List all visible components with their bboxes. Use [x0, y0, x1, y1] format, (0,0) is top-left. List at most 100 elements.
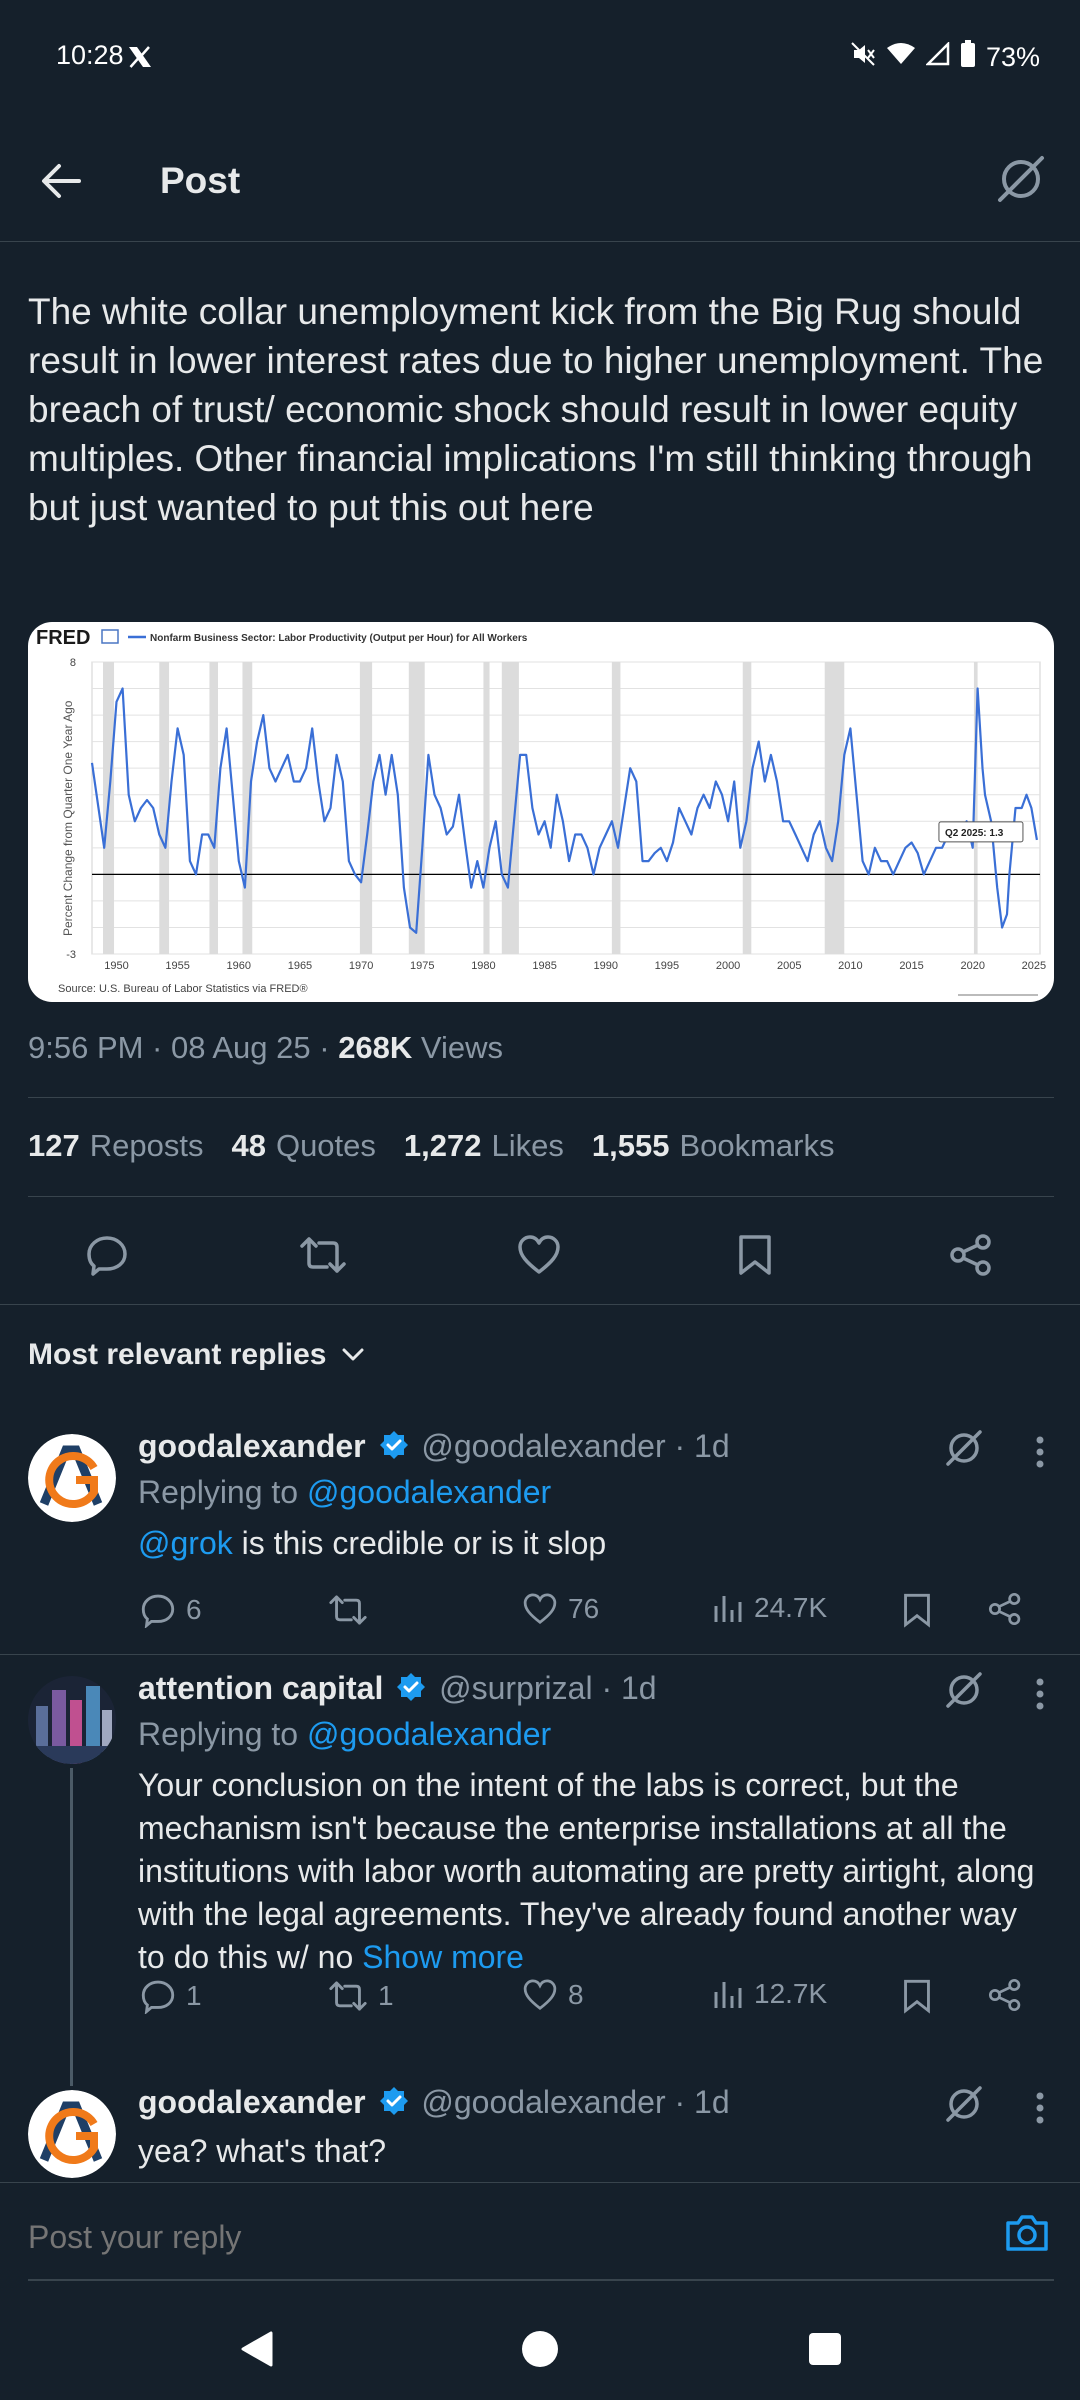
nav-back-button[interactable]	[232, 2324, 282, 2374]
x-tick-label: 1975	[410, 960, 434, 972]
avatar[interactable]	[28, 2090, 116, 2178]
reply-like-button[interactable]: 76	[522, 1592, 599, 1626]
post-actions	[0, 1210, 1080, 1298]
divider	[28, 1196, 1054, 1197]
grok-button[interactable]	[944, 1428, 984, 1473]
reply-text: @grok is this credible or is it slop	[138, 1525, 607, 1561]
avatar[interactable]	[28, 1676, 116, 1764]
more-options-button[interactable]	[1030, 1674, 1050, 1714]
replies-sort-dropdown[interactable]: Most relevant replies	[28, 1338, 364, 1372]
reply-views[interactable]: 24.7K	[712, 1592, 827, 1624]
stat-bookmarks[interactable]: 1,555 Bookmarks	[592, 1128, 835, 1164]
reply-button[interactable]	[80, 1228, 134, 1282]
verified-badge-icon	[379, 1431, 408, 1459]
recession-band	[242, 662, 253, 954]
chart-ylabel: Percent Change from Quarter One Year Ago	[61, 700, 75, 936]
x-tick-label: 1965	[288, 960, 312, 972]
divider	[28, 1097, 1054, 1098]
grok-button[interactable]	[944, 1670, 984, 1715]
stat-quotes[interactable]: 48 Quotes	[231, 1128, 375, 1164]
post-stats: 127 Reposts 48 Quotes 1,272 Likes 1,555 Book…	[28, 1128, 834, 1164]
reply-composer	[0, 2182, 1080, 2294]
x-tick-label: 2025	[1022, 960, 1046, 972]
nav-home-button[interactable]	[515, 2324, 565, 2374]
reply-actions: 1 1 8 12.7K	[138, 1978, 1038, 2028]
chart-source: Source: U.S. Bureau of Labor Statistics …	[58, 983, 308, 995]
x-tick-label: 1995	[655, 960, 679, 972]
x-tick-label: 2020	[960, 960, 984, 972]
page-title: Post	[160, 160, 241, 201]
reply-repost-button[interactable]: 1	[328, 1978, 394, 2014]
grok-button[interactable]	[944, 2084, 984, 2129]
reply-share-button[interactable]	[988, 1978, 1022, 2012]
camera-button[interactable]	[1004, 2213, 1050, 2258]
grok-icon	[946, 1430, 982, 1466]
grok-button[interactable]	[996, 154, 1046, 209]
heart-icon	[518, 1235, 560, 1274]
reply-text: Your conclusion on the intent of the lab…	[138, 1767, 1035, 1975]
replies-section-title: Most relevant replies	[28, 1338, 327, 1371]
battery-percent: 73%	[985, 42, 1040, 72]
chart-image[interactable]: FRED Nonfarm Business Sector: Labor Prod…	[28, 622, 1054, 1002]
reply-item[interactable]: goodalexander @goodalexander · 1d Replyi…	[0, 1428, 1080, 1648]
more-options-button[interactable]	[1030, 2088, 1050, 2128]
bookmark-button[interactable]	[728, 1228, 782, 1282]
reply-views[interactable]: 12.7K	[712, 1978, 827, 2010]
reply-author-name[interactable]: goodalexander	[138, 2084, 366, 2120]
reply-share-button[interactable]	[988, 1592, 1022, 1626]
reply-author-name[interactable]: goodalexander	[138, 1428, 366, 1464]
more-vertical-icon	[1036, 1678, 1044, 1710]
replying-to-link[interactable]: @goodalexander	[307, 1474, 551, 1510]
stat-likes[interactable]: 1,272 Likes	[404, 1128, 564, 1164]
share-icon	[988, 1592, 1021, 1626]
comment-icon	[141, 1594, 175, 1628]
city-avatar-icon	[28, 1676, 116, 1764]
reply-comment-button[interactable]: 1	[140, 1978, 202, 2014]
replying-to-link[interactable]: @goodalexander	[307, 1716, 551, 1752]
reply-author-handle: @surprizal · 1d	[439, 1670, 657, 1706]
circle-home-icon	[522, 2331, 558, 2367]
x-tick-label: 1955	[165, 960, 189, 972]
mention-link[interactable]: @grok	[138, 1525, 233, 1561]
post-meta: 9:56 PM · 08 Aug 25 · 268K Views	[28, 1030, 503, 1066]
chart-logo: FRED	[36, 627, 90, 649]
reply-like-button[interactable]: 8	[522, 1978, 584, 2012]
reply-item[interactable]: goodalexander @goodalexander · 1d yea? w…	[0, 2084, 1080, 2180]
avatar[interactable]	[28, 1434, 116, 1522]
svg-text:Q2 2025: 1.3: Q2 2025: 1.3	[945, 828, 1004, 839]
reply-comment-button[interactable]: 6	[140, 1592, 202, 1628]
verified-badge-icon	[397, 1673, 426, 1701]
back-button[interactable]	[36, 156, 86, 206]
share-button[interactable]	[944, 1228, 998, 1282]
more-options-button[interactable]	[1030, 1432, 1050, 1472]
grok-icon	[998, 156, 1044, 202]
ga-logo-icon	[28, 1434, 116, 1522]
reply-bookmark-button[interactable]	[902, 1978, 932, 2014]
signal-icon	[924, 40, 950, 73]
status-time: 10:28	[56, 40, 124, 70]
reply-input[interactable]	[28, 2219, 928, 2256]
reply-author-name[interactable]: attention capital	[138, 1670, 383, 1706]
stat-reposts[interactable]: 127 Reposts	[28, 1128, 203, 1164]
x-tick-label: 2005	[777, 960, 801, 972]
heart-icon	[523, 1979, 557, 2011]
views-label: Views	[412, 1030, 504, 1065]
views-chart-icon	[714, 1596, 742, 1622]
reply-input-underline	[28, 2279, 1054, 2281]
reply-text: yea? what's that?	[138, 2133, 387, 2169]
show-more-link[interactable]: Show more	[362, 1939, 524, 1975]
reply-header: goodalexander @goodalexander · 1d	[138, 2084, 730, 2121]
reply-author-handle: @goodalexander · 1d	[421, 2084, 730, 2120]
repost-button[interactable]	[296, 1228, 350, 1282]
x-tick-labels: 1950 1955 1960 1965 1970 1975 1980 1985 1990 1995…	[104, 960, 1046, 972]
more-vertical-icon	[1036, 2092, 1044, 2124]
grok-icon	[946, 2086, 982, 2122]
reply-repost-button[interactable]	[328, 1592, 378, 1628]
nav-recents-button[interactable]	[800, 2324, 850, 2374]
divider	[0, 1304, 1080, 1305]
reply-item[interactable]: attention capital @surprizal · 1d Replyi…	[0, 1670, 1080, 2050]
reply-bookmark-button[interactable]	[902, 1592, 932, 1628]
y-tick-label: 8	[70, 657, 76, 669]
recession-band	[159, 662, 170, 954]
like-button[interactable]	[512, 1228, 566, 1282]
